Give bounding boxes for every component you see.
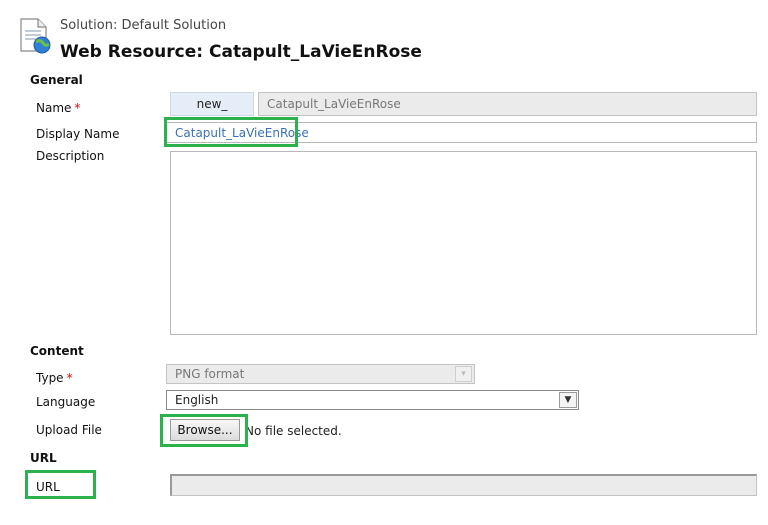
name-label: Name * (36, 101, 81, 115)
page-title: Web Resource: Catapult_LaVieEnRose (60, 42, 422, 62)
name-field: Catapult_LaVieEnRose (258, 92, 757, 116)
display-name-label: Display Name (36, 127, 120, 141)
language-select[interactable]: English (166, 390, 579, 410)
language-chevron-down-icon[interactable]: ▼ (559, 392, 577, 408)
web-resource-icon (18, 18, 52, 54)
section-general: General (30, 73, 83, 87)
url-field (170, 474, 757, 496)
required-marker: * (74, 101, 81, 115)
type-chevron-down-icon: ▾ (455, 366, 472, 382)
description-label: Description (36, 149, 105, 163)
file-status-text: No file selected. (245, 424, 342, 438)
type-label: Type * (36, 371, 73, 385)
language-label: Language (36, 395, 96, 409)
type-select: PNG format (166, 364, 475, 384)
url-label: URL (36, 480, 60, 494)
browse-button[interactable]: Browse... (170, 419, 240, 441)
solution-label: Solution: Default Solution (60, 18, 227, 33)
name-prefix: new_ (170, 92, 254, 116)
upload-file-label: Upload File (36, 423, 102, 437)
description-textarea[interactable] (170, 151, 757, 335)
required-marker: * (66, 371, 73, 385)
section-content: Content (30, 344, 84, 358)
display-name-input[interactable]: Catapult_LaVieEnRose (166, 122, 757, 143)
section-url: URL (30, 451, 57, 465)
